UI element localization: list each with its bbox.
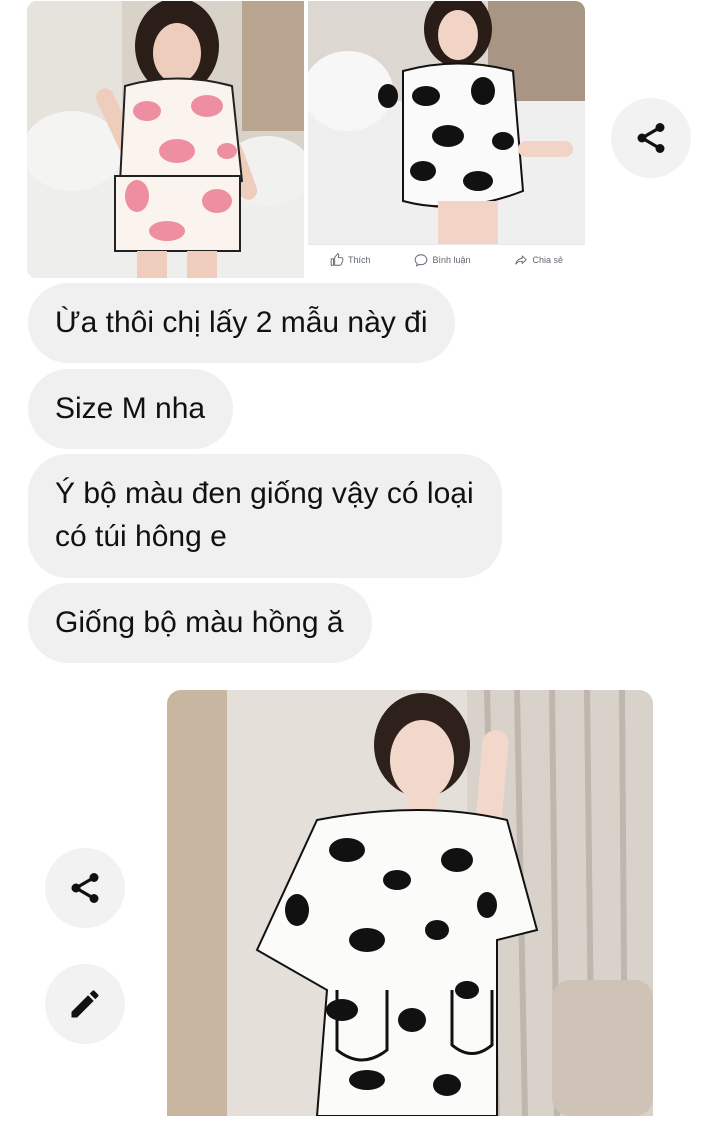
- message-bubble[interactable]: Ừa thôi chị lấy 2 mẫu này đi: [28, 283, 456, 363]
- edit-button[interactable]: [45, 964, 125, 1044]
- like-action[interactable]: Thích: [330, 253, 371, 267]
- photo-cow-pajamas-large[interactable]: [167, 690, 653, 1116]
- comment-label: Bình luận: [432, 255, 471, 265]
- share-button-top[interactable]: [611, 98, 691, 178]
- photo-cow-pajamas-post[interactable]: [308, 1, 585, 244]
- message-bubble[interactable]: Size M nha: [28, 369, 234, 449]
- message-bubble[interactable]: Giống bộ màu hồng ă: [28, 583, 372, 663]
- message-text: Ừa thôi chị lấy 2 mẫu này đi: [55, 306, 428, 339]
- message-text: có túi hông e: [55, 520, 227, 553]
- share-button-bottom[interactable]: [45, 848, 125, 928]
- message-bubble[interactable]: Ý bộ màu đen giống vậy có loại có túi hô…: [28, 454, 502, 578]
- photo-pink-pajamas[interactable]: [27, 1, 304, 278]
- comment-icon: [415, 254, 428, 267]
- message-text: Ý bộ màu đen giống vậy có loại: [55, 477, 474, 510]
- thumbs-up-icon: [330, 253, 344, 266]
- comment-action[interactable]: Bình luận: [414, 253, 471, 267]
- forward-arrow-icon: [515, 255, 528, 265]
- pencil-icon: [71, 990, 99, 1018]
- post-action-bar: Thích Bình luận Chia sẻ: [308, 244, 585, 275]
- message-text: Giống bộ màu hồng ă: [55, 606, 344, 639]
- photo-cow-pajamas-large-image: [167, 690, 653, 1116]
- like-label: Thích: [347, 255, 371, 265]
- share-icon: [71, 873, 99, 903]
- share-action[interactable]: Chia sẻ: [514, 253, 563, 267]
- message-text: Size M nha: [55, 392, 206, 425]
- photo-cow-pajamas-post-image: [308, 1, 585, 244]
- photo-pink-pajamas-image: [27, 1, 304, 278]
- share-icon: [637, 123, 665, 153]
- share-label: Chia sẻ: [532, 255, 563, 265]
